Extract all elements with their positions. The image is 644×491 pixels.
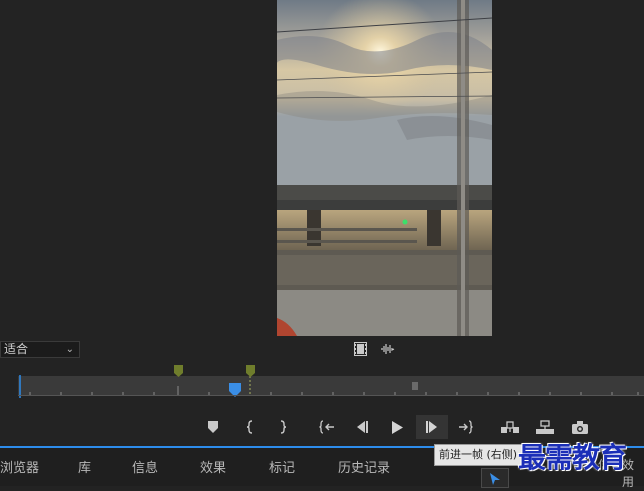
ruler-divider [18,395,644,396]
marker-green-2[interactable] [246,365,255,377]
chevron-down-icon: ⌄ [65,344,74,355]
film-strip-icon[interactable] [354,341,367,357]
mark-out-icon[interactable] [270,415,296,439]
selection-tool-button[interactable] [481,468,509,488]
tab-history[interactable]: 历史记录 [338,457,390,476]
program-monitor [0,0,644,336]
fit-dropdown[interactable]: 适合 ⌄ [0,341,80,358]
video-preview [277,0,492,336]
timeline-ruler[interactable] [0,360,644,406]
marker-green-1[interactable] [174,365,183,377]
audio-waveform-icon[interactable] [380,341,395,357]
play-icon[interactable] [384,415,410,439]
tooltip-text: 前进一帧 (右侧) [439,448,518,461]
fit-dropdown-label: 适合 [4,342,29,356]
selection-arrow-icon [490,473,500,485]
mark-in-icon[interactable] [237,415,263,439]
tab-effects[interactable]: 效果 [200,457,226,476]
video-frame-image [277,0,492,336]
tooltip: 前进一帧 (右侧) [434,444,524,466]
step-back-icon[interactable] [349,415,375,439]
tab-library[interactable]: 库 [78,457,91,476]
watermark-logo: 最需教育 [518,441,627,474]
go-to-out-icon[interactable] [453,415,479,439]
add-marker-icon[interactable] [200,415,226,439]
tab-browser[interactable]: 浏览器 [0,457,39,476]
tab-info[interactable]: 信息 [132,457,158,476]
tab-markers[interactable]: 标记 [269,457,295,476]
step-forward-icon[interactable] [416,415,448,439]
go-to-in-icon[interactable] [314,415,340,439]
